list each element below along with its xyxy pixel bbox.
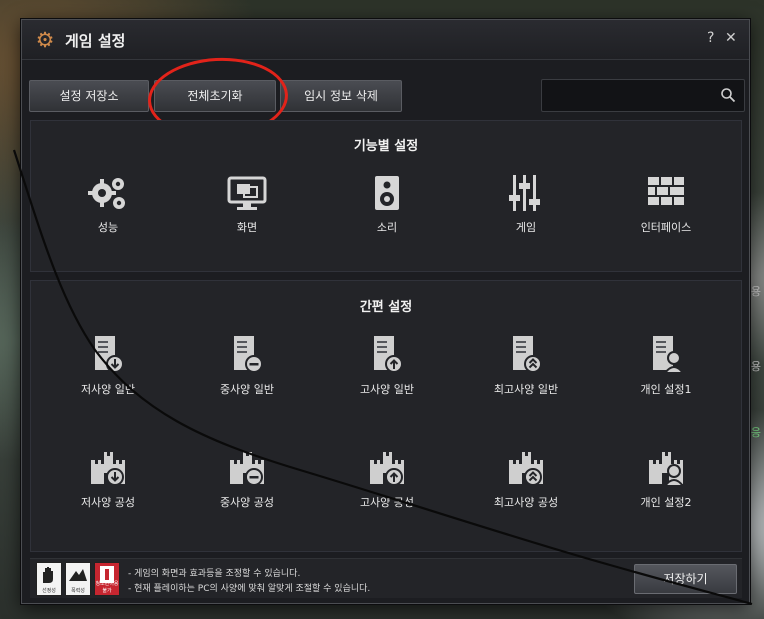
title-bar: ⚙ 게임 설정 ? ✕ (22, 20, 749, 60)
gears-icon (88, 178, 125, 209)
preset-label: 고사양 공성 (359, 496, 415, 509)
section-title: 기능별 설정 (353, 139, 419, 154)
preset-mid-normal[interactable]: 중사양 일반 (187, 333, 307, 397)
preset-mid-siege[interactable]: 중사양 공성 (187, 446, 307, 510)
function-item-label: 인터페이스 (640, 221, 692, 234)
preset-label: 개인 설정1 (640, 383, 692, 396)
preset-low-normal[interactable]: 저사양 일반 (48, 333, 168, 397)
server-minus-icon (234, 336, 263, 373)
background-text: 응 (750, 426, 761, 439)
preset-label: 최고사양 공성 (493, 496, 559, 509)
server-double-up-icon (513, 336, 542, 373)
server-down-icon (95, 336, 124, 373)
save-storage-button[interactable]: 설정 저장소 (29, 80, 149, 112)
server-person-icon (653, 336, 686, 374)
preset-custom-2[interactable]: 개인 설정2 (606, 446, 726, 510)
close-button[interactable]: ✕ (725, 30, 737, 46)
castle-person-icon (649, 452, 686, 487)
sliders-icon (509, 175, 540, 211)
search-box[interactable] (541, 79, 745, 112)
footer-bar: 선정성 폭력성 청소년이용불가 - 게임의 화면과 효과등을 조정할 수 있습니… (30, 558, 742, 598)
background-text: 용 (750, 285, 761, 298)
preset-label: 중사양 일반 (219, 383, 275, 396)
function-item-sound[interactable]: 소리 (327, 173, 447, 235)
rating-badge: 선정성 (36, 562, 62, 596)
function-item-label: 소리 (376, 221, 398, 234)
violence-icon (69, 569, 87, 581)
notice-line: - 게임의 화면과 효과등을 조정할 수 있습니다. (128, 569, 301, 579)
background-text: 용 (750, 360, 761, 373)
search-icon[interactable] (720, 87, 736, 103)
game-settings-window: ⚙ 게임 설정 ? ✕ 설정 저장소 전체초기화 임시 정보 삭제 기능별 설정 (21, 19, 750, 604)
rating-badge: 폭력성 (65, 562, 91, 596)
section-title: 간편 설정 (359, 300, 413, 315)
function-item-label: 화면 (236, 221, 258, 234)
preset-label: 고사양 일반 (359, 383, 415, 396)
save-button[interactable]: 저장하기 (634, 564, 737, 594)
preset-label: 최고사양 일반 (493, 383, 559, 396)
preset-custom-1[interactable]: 개인 설정1 (606, 333, 726, 397)
preset-low-siege[interactable]: 저사양 공성 (48, 446, 168, 510)
help-button[interactable]: ? (707, 30, 714, 46)
gear-icon: ⚙ (35, 28, 55, 52)
server-up-icon (374, 336, 403, 373)
preset-highest-siege[interactable]: 최고사양 공성 (466, 446, 586, 510)
castle-up-icon (370, 452, 404, 486)
castle-double-up-icon (509, 452, 543, 486)
search-input[interactable] (548, 86, 713, 106)
preset-label: 중사양 공성 (219, 496, 275, 509)
function-item-label: 게임 (515, 221, 537, 234)
monitor-icon (227, 176, 267, 210)
notice-line: - 현재 플레이하는 PC의 사양에 맞춰 알맞게 조절할 수 있습니다. (128, 584, 371, 594)
function-item-interface[interactable]: 인터페이스 (606, 173, 726, 235)
hand-icon (43, 567, 53, 583)
preset-label: 개인 설정2 (640, 496, 692, 509)
castle-minus-icon (230, 452, 264, 486)
preset-label: 저사양 공성 (80, 496, 136, 509)
function-item-performance[interactable]: 성능 (48, 173, 168, 235)
quick-settings-panel: 간편 설정 저사양 일반 중사양 일반 고사양 일반 최고사양 일반 개인 설정… (30, 280, 742, 552)
interface-icon (648, 177, 684, 205)
delete-temp-info-button[interactable]: 임시 정보 삭제 (280, 80, 402, 112)
preset-high-normal[interactable]: 고사양 일반 (327, 333, 447, 397)
function-settings-panel: 기능별 설정 성능 화면 소리 게임 인터페이스 (30, 120, 742, 272)
castle-down-icon (91, 452, 125, 486)
window-title: 게임 설정 (65, 32, 126, 50)
rating-badge: 청소년이용불가 (94, 562, 120, 596)
speaker-icon (375, 176, 399, 210)
function-item-game[interactable]: 게임 (466, 173, 586, 235)
function-item-label: 성능 (97, 221, 119, 234)
preset-high-siege[interactable]: 고사양 공성 (327, 446, 447, 510)
preset-highest-normal[interactable]: 최고사양 일반 (466, 333, 586, 397)
preset-label: 저사양 일반 (80, 383, 136, 396)
function-item-screen[interactable]: 화면 (187, 173, 307, 235)
